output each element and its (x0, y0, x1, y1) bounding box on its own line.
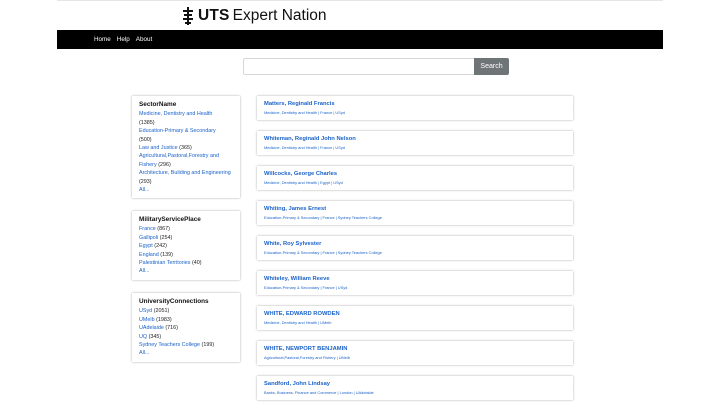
facet-item: Education-Primary & Secondary (139, 127, 233, 135)
result-name-link[interactable]: WHITE, EDWARD ROWDEN (264, 311, 566, 318)
facet-count: (867) (157, 226, 170, 233)
facet-link[interactable]: Egypt (139, 243, 153, 249)
facet-item: UMelb (1983) (139, 316, 233, 324)
facet-item: Egypt (242) (139, 242, 233, 250)
facet-count: (254) (159, 234, 173, 241)
facet-item: France (867) (139, 225, 233, 233)
result-meta: Medicine, Dentistry and Health | UMelb (264, 320, 332, 325)
search-bar: Search (243, 58, 509, 75)
facet-title: SectorName (139, 101, 177, 108)
facet-item: Gallipoli (254) (139, 234, 233, 242)
facet-item: Law and Justice (365) (139, 144, 233, 152)
search-input[interactable] (243, 58, 474, 75)
result-meta: Medicine, Dentistry and Health | France … (264, 145, 345, 150)
facet-item: UAdelaide (716) (139, 324, 233, 332)
facet-count: (139) (160, 251, 173, 258)
facet-item: England (139) (139, 251, 233, 259)
nav-help-link[interactable]: Help (117, 36, 130, 43)
result-meta: Education-Primary & Secondary | France |… (264, 250, 382, 255)
facet-title: UniversityConnections (139, 298, 209, 305)
facet-count: (345) (148, 333, 162, 340)
facet-military-service-place: MilitaryServicePlace France (867) Gallip… (132, 211, 240, 280)
top-navbar: Home Help About (57, 30, 663, 49)
facet-item: (500) (139, 136, 233, 144)
facet-link[interactable]: UAdelaide (139, 325, 164, 331)
facet-count: (296) (158, 161, 171, 168)
facet-link[interactable]: France (139, 226, 156, 232)
uts-crest-icon (183, 7, 193, 25)
result-card: Sandford, John Lindsay Banks, Business, … (257, 376, 573, 400)
facet-link[interactable]: UMelb (139, 317, 155, 323)
facet-all-link[interactable]: All... (139, 349, 233, 357)
results-list: Matters, Reginald Francis Medicine, Dent… (257, 96, 573, 405)
facet-all-link[interactable]: All... (139, 267, 233, 275)
facet-link[interactable]: Education-Primary & Secondary (139, 128, 216, 134)
result-card: Willcocks, George Charles Medicine, Dent… (257, 166, 573, 190)
facet-link[interactable]: USyd (139, 308, 152, 314)
result-meta: Education-Primary & Secondary | France |… (264, 285, 348, 290)
result-meta: Agricultural,Pastoral,Forestry and Fishe… (264, 355, 350, 360)
facet-link[interactable]: Agricultural,Pastoral,Forestry and Fishe… (139, 153, 219, 167)
facet-link[interactable]: Sydney Teachers College (139, 342, 200, 348)
result-meta: Banks, Business, Finance and Commerce | … (264, 390, 374, 395)
result-meta: Medicine, Dentistry and Health | France … (264, 110, 345, 115)
facet-university-connections: UniversityConnections USyd (2051) UMelb … (132, 293, 240, 362)
result-meta: Education-Primary & Secondary | France |… (264, 215, 382, 220)
facet-count: (199) (201, 342, 215, 349)
facet-count: (40) (191, 260, 202, 267)
search-button[interactable]: Search (474, 58, 509, 75)
facet-link[interactable]: Gallipoli (139, 235, 158, 241)
facet-item: USyd (2051) (139, 307, 233, 315)
facet-count: (2051) (153, 308, 170, 315)
result-card: Whiteley, William Reeve Education-Primar… (257, 271, 573, 295)
facet-item: UQ (345) (139, 333, 233, 341)
facet-count: (1983) (156, 316, 172, 323)
result-name-link[interactable]: Whiteman, Reginald John Nelson (264, 136, 566, 143)
facet-count: (1385) (139, 119, 155, 126)
facet-count: (500) (139, 136, 152, 143)
site-logo[interactable]: UTS Expert Nation (182, 6, 327, 26)
facet-count: (242) (154, 243, 167, 250)
result-card: WHITE, NEWPORT BENJAMIN Agricultural,Pas… (257, 341, 573, 365)
facet-item: (1385) (139, 119, 233, 127)
result-meta: Medicine, Dentistry and Health | Egypt |… (264, 180, 343, 185)
facet-link[interactable]: Palestinian Territories (139, 260, 190, 266)
result-name-link[interactable]: WHITE, NEWPORT BENJAMIN (264, 346, 566, 353)
result-card: WHITE, EDWARD ROWDEN Medicine, Dentistry… (257, 306, 573, 330)
facet-sector-name: SectorName Medicine, Dentistry and Healt… (132, 96, 240, 199)
facet-item: Sydney Teachers College (199) (139, 341, 233, 349)
facet-link[interactable]: England (139, 252, 159, 258)
result-card: Whiteman, Reginald John Nelson Medicine,… (257, 131, 573, 155)
result-name-link[interactable]: Willcocks, George Charles (264, 171, 566, 178)
facet-link[interactable]: Architecture, Building and Engineering (139, 170, 231, 176)
facet-title: MilitaryServicePlace (139, 216, 201, 223)
facet-item: Palestinian Territories (40) (139, 259, 233, 267)
logo-title-text: Expert Nation (232, 7, 327, 24)
nav-home-link[interactable]: Home (94, 36, 111, 43)
result-name-link[interactable]: White, Roy Sylvester (264, 241, 566, 248)
facet-item: Agricultural,Pastoral,Forestry and Fishe… (139, 152, 233, 169)
result-name-link[interactable]: Matters, Reginald Francis (264, 101, 566, 108)
result-card: White, Roy Sylvester Education-Primary &… (257, 236, 573, 260)
facet-all-link[interactable]: All... (139, 186, 233, 194)
facet-link[interactable]: UQ (139, 334, 147, 340)
result-card: Whiting, James Ernest Education-Primary … (257, 201, 573, 225)
facet-count: (716) (165, 325, 178, 332)
nav-about-link[interactable]: About (136, 36, 152, 43)
result-name-link[interactable]: Whiting, James Ernest (264, 206, 566, 213)
facet-item: Architecture, Building and Engineering (… (139, 169, 233, 186)
top-divider (57, 0, 663, 1)
facet-link[interactable]: Medicine, Dentistry and Health (139, 111, 212, 117)
facet-link[interactable]: Law and Justice (139, 145, 178, 151)
facet-count: (293) (139, 178, 152, 185)
result-card: Matters, Reginald Francis Medicine, Dent… (257, 96, 573, 120)
logo-uts-text: UTS (198, 7, 230, 24)
result-name-link[interactable]: Whiteley, William Reeve (264, 276, 566, 283)
facet-item: Medicine, Dentistry and Health (139, 110, 233, 118)
result-name-link[interactable]: Sandford, John Lindsay (264, 381, 566, 388)
facet-count: (365) (179, 145, 192, 152)
